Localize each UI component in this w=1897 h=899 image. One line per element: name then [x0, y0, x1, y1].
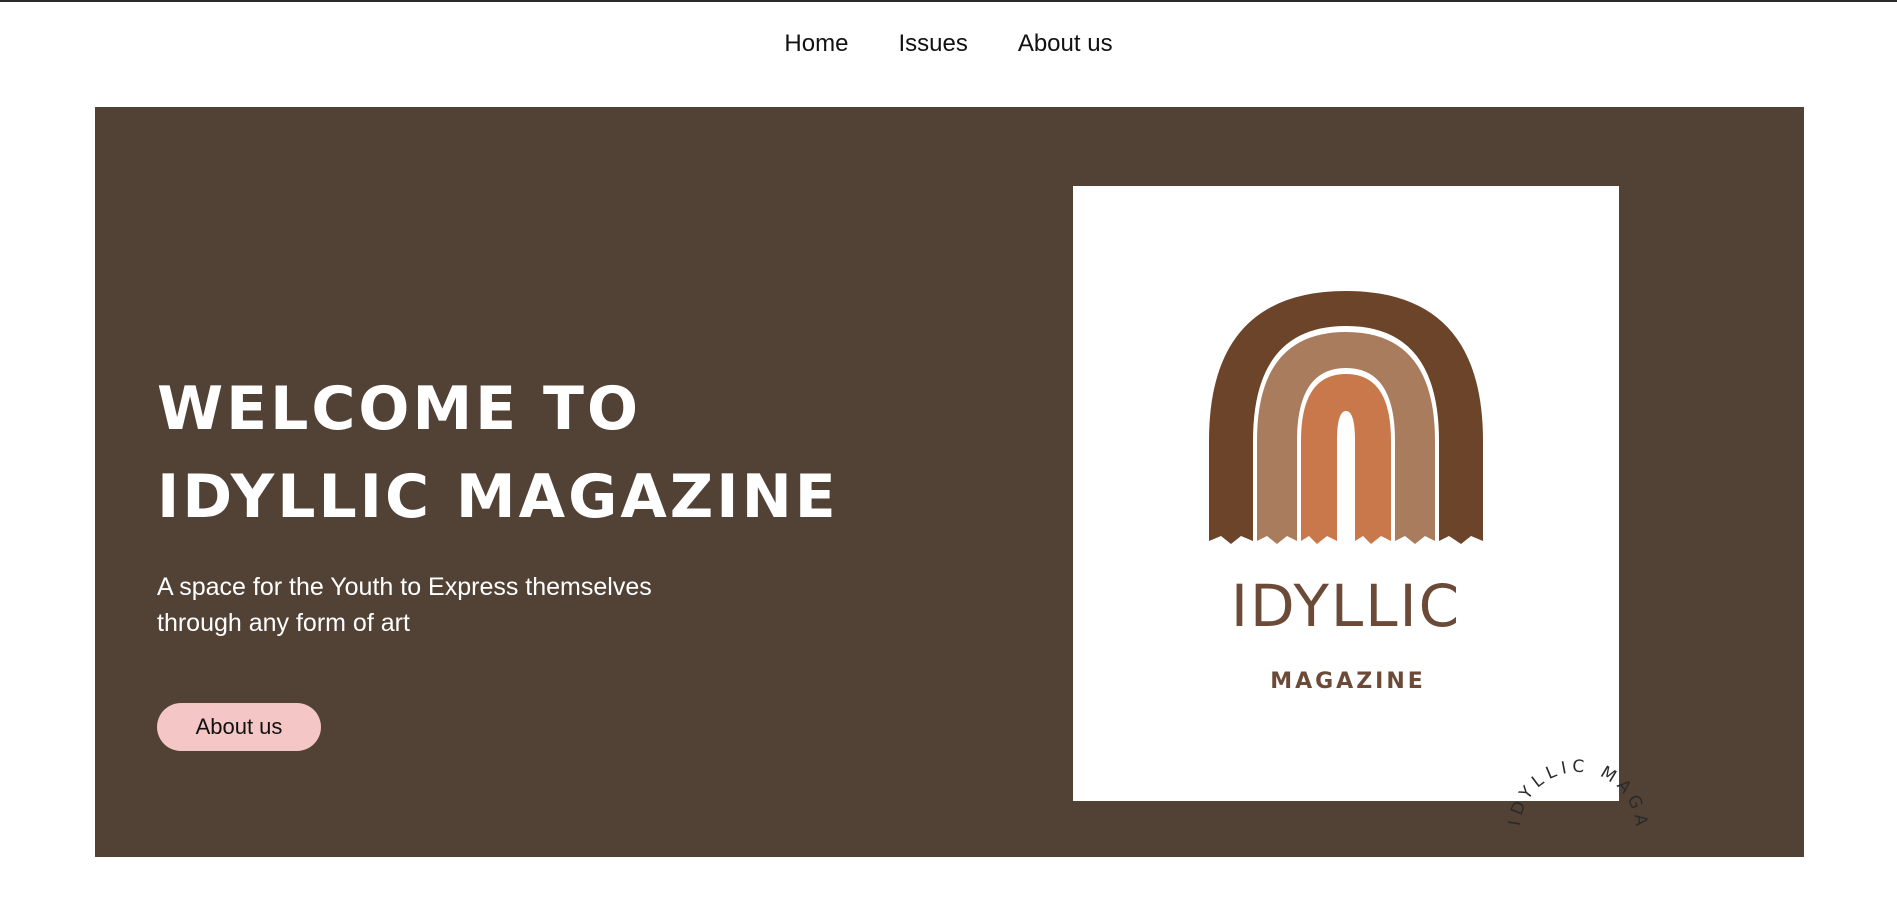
logo-title-text: IDYLLIC	[1231, 572, 1461, 640]
magazine-logo: IDYLLIC MAGAZINE	[1209, 291, 1483, 694]
logo-subtitle-text: MAGAZINE	[1270, 669, 1426, 694]
nav-home-link[interactable]: Home	[784, 26, 848, 62]
about-us-button[interactable]: About us	[157, 703, 321, 751]
nav-about-link[interactable]: About us	[1018, 26, 1113, 62]
nav-issues-link[interactable]: Issues	[898, 26, 967, 62]
hero-title-line-1: WELCOME TO	[157, 374, 641, 444]
hero-subtitle: A space for the Youth to Express themsel…	[157, 573, 652, 637]
hero-title: WELCOME TO IDYLLIC MAGAZINE	[157, 365, 839, 541]
main-nav: Home Issues About us	[0, 26, 1897, 62]
circular-badge: IDYLLIC MAGAZINE	[1491, 705, 1646, 832]
badge-text: IDYLLIC MAGAZINE	[1491, 705, 1651, 832]
top-border	[0, 0, 1897, 2]
rainbow-arch-middle	[1257, 332, 1435, 544]
hero-title-line-2: IDYLLIC MAGAZINE	[157, 462, 839, 532]
rainbow-arch-inner	[1301, 374, 1391, 544]
rainbow-arch-outer	[1209, 291, 1483, 544]
magazine-cover-image: IDYLLIC MAGAZINE	[1073, 186, 1619, 801]
